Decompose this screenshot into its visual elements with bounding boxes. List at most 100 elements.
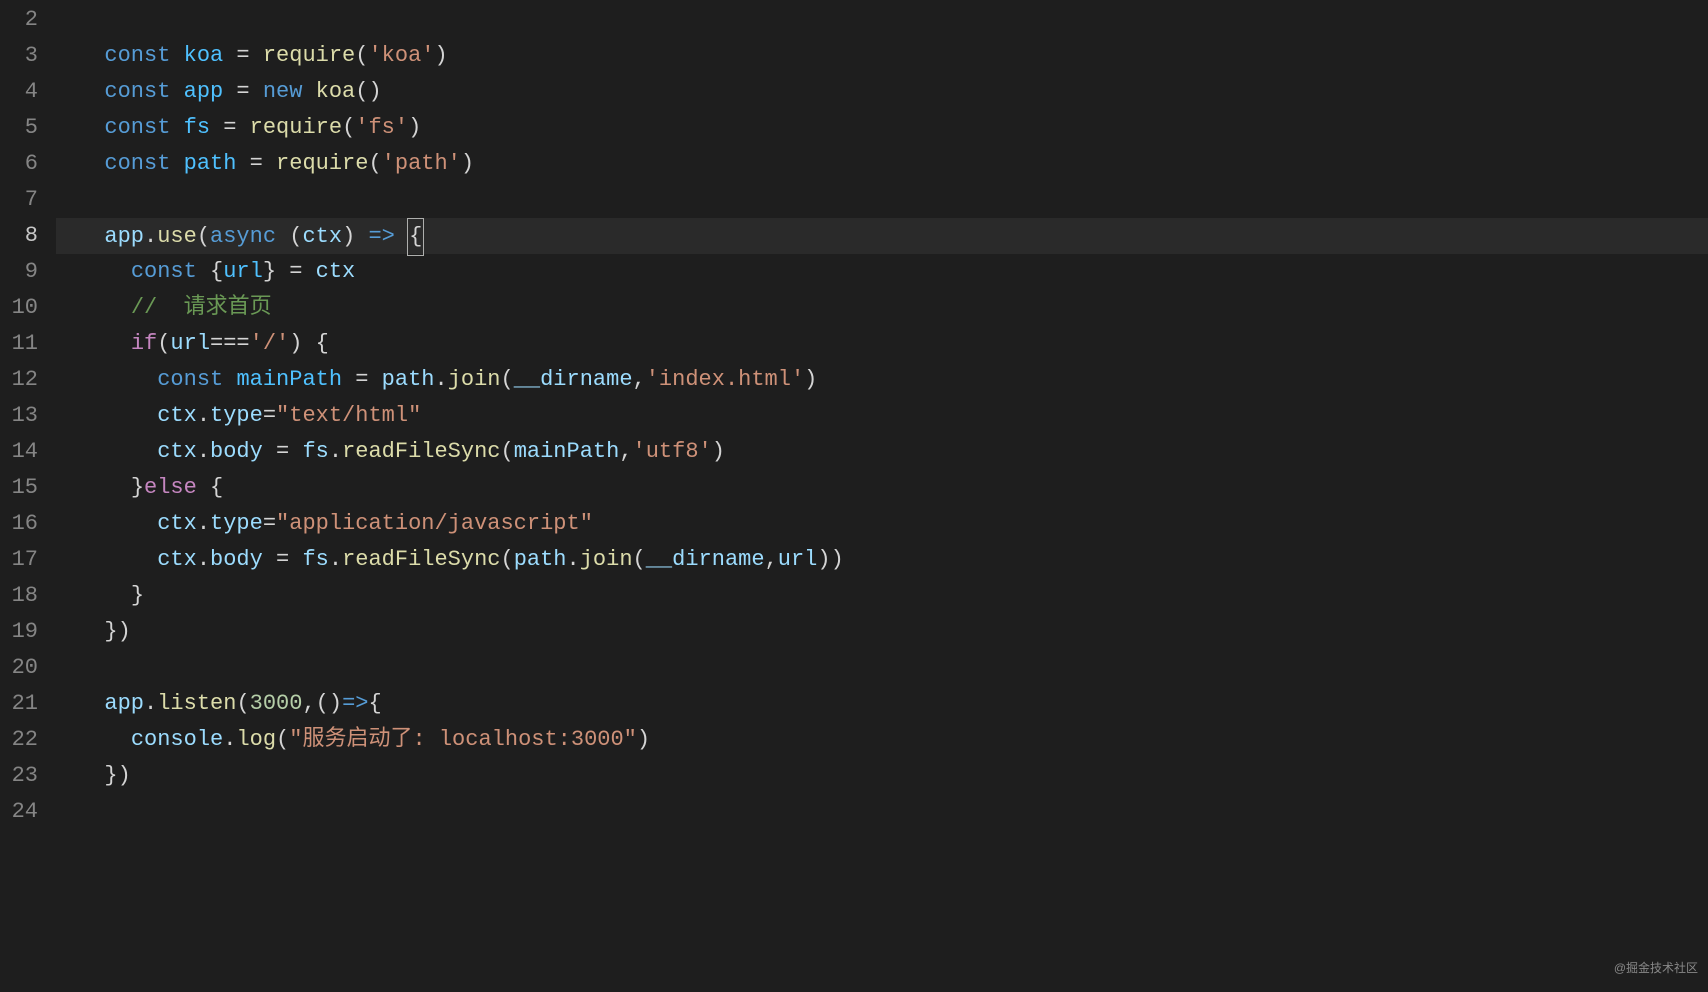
code-token: app bbox=[104, 224, 144, 249]
code-token: }) bbox=[104, 763, 130, 788]
code-token: 'utf8' bbox=[633, 439, 712, 464]
code-line[interactable]: const {url} = ctx bbox=[56, 254, 1708, 290]
code-token: = bbox=[263, 403, 276, 428]
code-token: readFileSync bbox=[342, 439, 500, 464]
code-line[interactable] bbox=[56, 650, 1708, 686]
code-token: koa bbox=[184, 43, 224, 68]
code-line[interactable]: const koa = require('koa') bbox=[56, 38, 1708, 74]
code-line[interactable]: }) bbox=[56, 758, 1708, 794]
watermark: @掘金技术社区 bbox=[1614, 950, 1698, 986]
code-editor[interactable]: 23456789101112131415161718192021222324 c… bbox=[0, 0, 1708, 992]
line-number: 11 bbox=[0, 326, 38, 362]
code-token: ctx bbox=[302, 224, 342, 249]
code-token: ctx bbox=[157, 547, 197, 572]
code-token: { bbox=[407, 218, 424, 256]
line-number: 8 bbox=[0, 218, 38, 254]
code-line[interactable]: app.listen(3000,()=>{ bbox=[56, 686, 1708, 722]
code-token: = bbox=[223, 43, 263, 68]
code-line[interactable]: app.use(async (ctx) => { bbox=[56, 218, 1708, 254]
code-line[interactable]: // 请求首页 bbox=[56, 290, 1708, 326]
code-token: = bbox=[263, 511, 276, 536]
code-token: ) bbox=[342, 224, 368, 249]
code-token: type bbox=[210, 511, 263, 536]
code-token: require bbox=[250, 115, 342, 140]
line-number: 24 bbox=[0, 794, 38, 830]
code-token: '/' bbox=[250, 331, 290, 356]
code-token: path bbox=[184, 151, 237, 176]
code-token: app bbox=[104, 691, 144, 716]
code-token: () bbox=[355, 79, 381, 104]
code-token: fs bbox=[302, 439, 328, 464]
code-line[interactable]: ctx.body = fs.readFileSync(path.join(__d… bbox=[56, 542, 1708, 578]
code-token: 3000 bbox=[250, 691, 303, 716]
code-token: ctx bbox=[157, 403, 197, 428]
code-token: 'index.html' bbox=[646, 367, 804, 392]
code-token: readFileSync bbox=[342, 547, 500, 572]
code-token: console bbox=[131, 727, 223, 752]
code-token: )) bbox=[817, 547, 843, 572]
code-token: === bbox=[210, 331, 250, 356]
code-token: ) bbox=[804, 367, 817, 392]
code-area[interactable]: const koa = require('koa') const app = n… bbox=[56, 0, 1708, 992]
code-token: const bbox=[104, 115, 183, 140]
code-line[interactable]: }else { bbox=[56, 470, 1708, 506]
code-token: ( bbox=[197, 224, 210, 249]
code-token: = bbox=[263, 547, 303, 572]
code-line[interactable] bbox=[56, 2, 1708, 38]
code-token: type bbox=[210, 403, 263, 428]
code-token: new bbox=[263, 79, 316, 104]
code-line[interactable]: const mainPath = path.join(__dirname,'in… bbox=[56, 362, 1708, 398]
code-token: app bbox=[184, 79, 224, 104]
code-token: mainPath bbox=[236, 367, 342, 392]
code-token: const bbox=[157, 367, 236, 392]
code-token: url bbox=[223, 259, 263, 284]
code-line[interactable]: ctx.type="application/javascript" bbox=[56, 506, 1708, 542]
code-line[interactable]: const fs = require('fs') bbox=[56, 110, 1708, 146]
code-token: ) { bbox=[289, 331, 329, 356]
line-number: 21 bbox=[0, 686, 38, 722]
code-line[interactable]: console.log("服务启动了: localhost:3000") bbox=[56, 722, 1708, 758]
code-token: } bbox=[131, 475, 144, 500]
code-token: ( bbox=[355, 43, 368, 68]
code-token: { bbox=[210, 259, 223, 284]
code-token: = bbox=[210, 115, 250, 140]
code-token: 'fs' bbox=[355, 115, 408, 140]
line-number: 7 bbox=[0, 182, 38, 218]
code-token: . bbox=[144, 691, 157, 716]
code-token: } bbox=[131, 583, 144, 608]
code-line[interactable]: if(url==='/') { bbox=[56, 326, 1708, 362]
code-token: . bbox=[197, 547, 210, 572]
code-token: mainPath bbox=[514, 439, 620, 464]
code-line[interactable]: }) bbox=[56, 614, 1708, 650]
code-line[interactable]: const path = require('path') bbox=[56, 146, 1708, 182]
code-token: const bbox=[104, 151, 183, 176]
code-token: url bbox=[170, 331, 210, 356]
code-token: } bbox=[263, 259, 276, 284]
code-line[interactable]: ctx.body = fs.readFileSync(mainPath,'utf… bbox=[56, 434, 1708, 470]
code-token: = bbox=[342, 367, 382, 392]
code-token: 'koa' bbox=[368, 43, 434, 68]
code-token: = bbox=[236, 151, 276, 176]
code-line[interactable]: } bbox=[56, 578, 1708, 614]
code-token: ( bbox=[501, 547, 514, 572]
code-token: ( bbox=[157, 331, 170, 356]
code-token: = bbox=[276, 259, 316, 284]
line-number: 20 bbox=[0, 650, 38, 686]
code-token: require bbox=[263, 43, 355, 68]
code-line[interactable] bbox=[56, 182, 1708, 218]
code-line[interactable] bbox=[56, 794, 1708, 830]
code-token: = bbox=[263, 439, 303, 464]
code-line[interactable]: ctx.type="text/html" bbox=[56, 398, 1708, 434]
code-token: ( bbox=[236, 691, 249, 716]
code-token: , bbox=[765, 547, 778, 572]
code-token: else bbox=[144, 475, 210, 500]
code-token: "application/javascript" bbox=[276, 511, 593, 536]
code-token: body bbox=[210, 439, 263, 464]
line-number: 3 bbox=[0, 38, 38, 74]
code-token: join bbox=[580, 547, 633, 572]
code-token: => bbox=[368, 224, 394, 249]
code-token: ctx bbox=[157, 439, 197, 464]
code-line[interactable]: const app = new koa() bbox=[56, 74, 1708, 110]
code-token: const bbox=[104, 43, 183, 68]
code-token: . bbox=[197, 403, 210, 428]
